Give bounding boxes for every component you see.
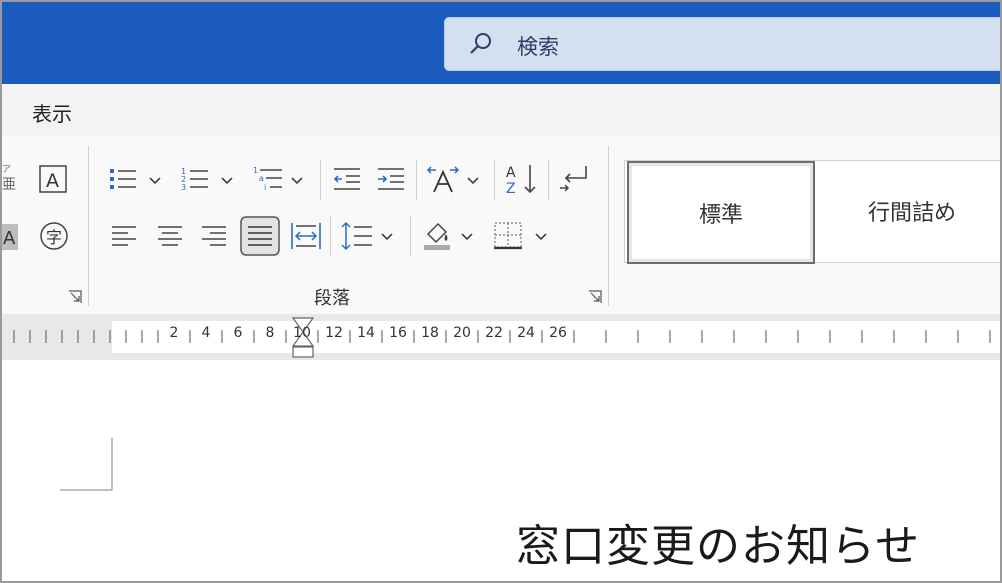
ruler-number: 16 xyxy=(389,325,407,341)
decrease-indent-icon[interactable] xyxy=(332,164,362,194)
font-dialog-launcher-icon[interactable] xyxy=(68,290,82,304)
ribbon-separator xyxy=(410,216,411,256)
ruler-number: 8 xyxy=(265,325,275,341)
menu-item-view[interactable]: 表示 xyxy=(32,98,72,127)
ruler-number: 4 xyxy=(201,325,211,341)
enclose-characters-icon[interactable]: 字 xyxy=(38,220,70,252)
paragraph-group-label: 段落 xyxy=(314,288,350,309)
ribbon-separator xyxy=(320,160,321,200)
character-shading-icon[interactable]: A xyxy=(2,222,20,252)
character-border-icon[interactable]: A xyxy=(38,164,68,194)
chevron-down-icon[interactable] xyxy=(380,232,394,242)
ribbon: ア 亜 A A 字 123 1 a i A Z 段落 標準 行間詰め xyxy=(2,136,1000,315)
svg-text:ア: ア xyxy=(2,165,11,175)
chevron-down-icon[interactable] xyxy=(460,232,474,242)
ribbon-separator xyxy=(330,216,331,256)
ruler-number: 14 xyxy=(357,325,375,341)
document-title: 窓口変更のお知らせ xyxy=(516,521,921,572)
chevron-down-icon[interactable] xyxy=(220,176,234,186)
ruler-number: 2 xyxy=(169,325,179,341)
svg-text:亜: 亜 xyxy=(2,177,16,192)
increase-indent-icon[interactable] xyxy=(376,164,406,194)
style-normal-label: 標準 xyxy=(698,202,743,228)
svg-text:Z: Z xyxy=(506,181,516,196)
group-separator xyxy=(608,146,609,306)
ruler-number: 26 xyxy=(549,325,567,341)
horizontal-ruler[interactable]: 2 4 6 8 10 12 14 16 18 20 22 24 26 xyxy=(2,314,1000,360)
search-box[interactable]: 検索 xyxy=(444,17,1000,71)
margin-corner-mark xyxy=(60,438,113,491)
svg-text:A: A xyxy=(3,228,16,249)
line-spacing-icon[interactable] xyxy=(340,220,374,252)
chevron-down-icon[interactable] xyxy=(148,176,162,186)
align-center-icon[interactable] xyxy=(156,222,184,250)
search-placeholder: 検索 xyxy=(517,35,559,59)
align-right-icon[interactable] xyxy=(200,222,228,250)
title-bar: 検索 xyxy=(2,2,1000,84)
distributed-icon[interactable] xyxy=(290,220,322,252)
chevron-down-icon[interactable] xyxy=(534,232,548,242)
svg-text:字: 字 xyxy=(46,228,62,247)
shading-icon[interactable] xyxy=(422,218,454,252)
ribbon-separator xyxy=(494,160,495,200)
svg-text:1: 1 xyxy=(253,166,258,175)
document-page[interactable]: 窓口変更のお知らせ xyxy=(2,360,1000,581)
style-no-spacing-label: 行間詰め xyxy=(867,200,956,226)
ruler-number: 24 xyxy=(517,325,535,341)
svg-text:a: a xyxy=(259,174,264,183)
justify-icon[interactable] xyxy=(240,216,280,256)
svg-text:A: A xyxy=(506,165,516,181)
align-left-icon[interactable] xyxy=(110,222,138,250)
borders-icon[interactable] xyxy=(492,220,524,252)
style-no-spacing[interactable]: 行間詰め xyxy=(817,161,1000,260)
multilevel-list-icon[interactable]: 1ai xyxy=(252,164,284,194)
ruler-number: 12 xyxy=(325,325,343,341)
group-separator xyxy=(88,146,89,306)
ruler-number: 18 xyxy=(421,325,439,341)
chevron-down-icon[interactable] xyxy=(466,176,480,186)
numbering-icon[interactable]: 123 xyxy=(180,164,210,194)
ruler-number: 22 xyxy=(485,325,503,341)
word-window: 検索 表示 ア 亜 A A 字 1 2 3 1 a i A Z 段落 標準 行間… xyxy=(0,0,1002,583)
ribbon-separator xyxy=(548,160,549,200)
bullets-icon[interactable] xyxy=(108,164,138,194)
menu-bar: 表示 xyxy=(2,84,1000,136)
svg-text:i: i xyxy=(264,183,266,192)
ruler-number: 6 xyxy=(233,325,243,341)
style-normal[interactable]: 標準 xyxy=(627,161,815,264)
svg-text:3: 3 xyxy=(181,183,186,192)
chevron-down-icon[interactable] xyxy=(290,176,304,186)
ribbon-separator xyxy=(416,160,417,200)
sort-icon[interactable]: A Z xyxy=(504,162,538,196)
show-paragraph-marks-icon[interactable] xyxy=(556,162,590,196)
ruler-number: 20 xyxy=(453,325,471,341)
phonetic-guide-icon[interactable]: ア 亜 xyxy=(2,162,18,192)
styles-gallery: 標準 行間詰め xyxy=(624,160,1000,264)
paragraph-dialog-launcher-icon[interactable] xyxy=(588,290,602,304)
search-icon xyxy=(470,33,491,54)
ruler-number: 10 xyxy=(293,325,311,341)
character-spacing-icon[interactable] xyxy=(426,164,460,194)
svg-text:A: A xyxy=(46,170,59,192)
